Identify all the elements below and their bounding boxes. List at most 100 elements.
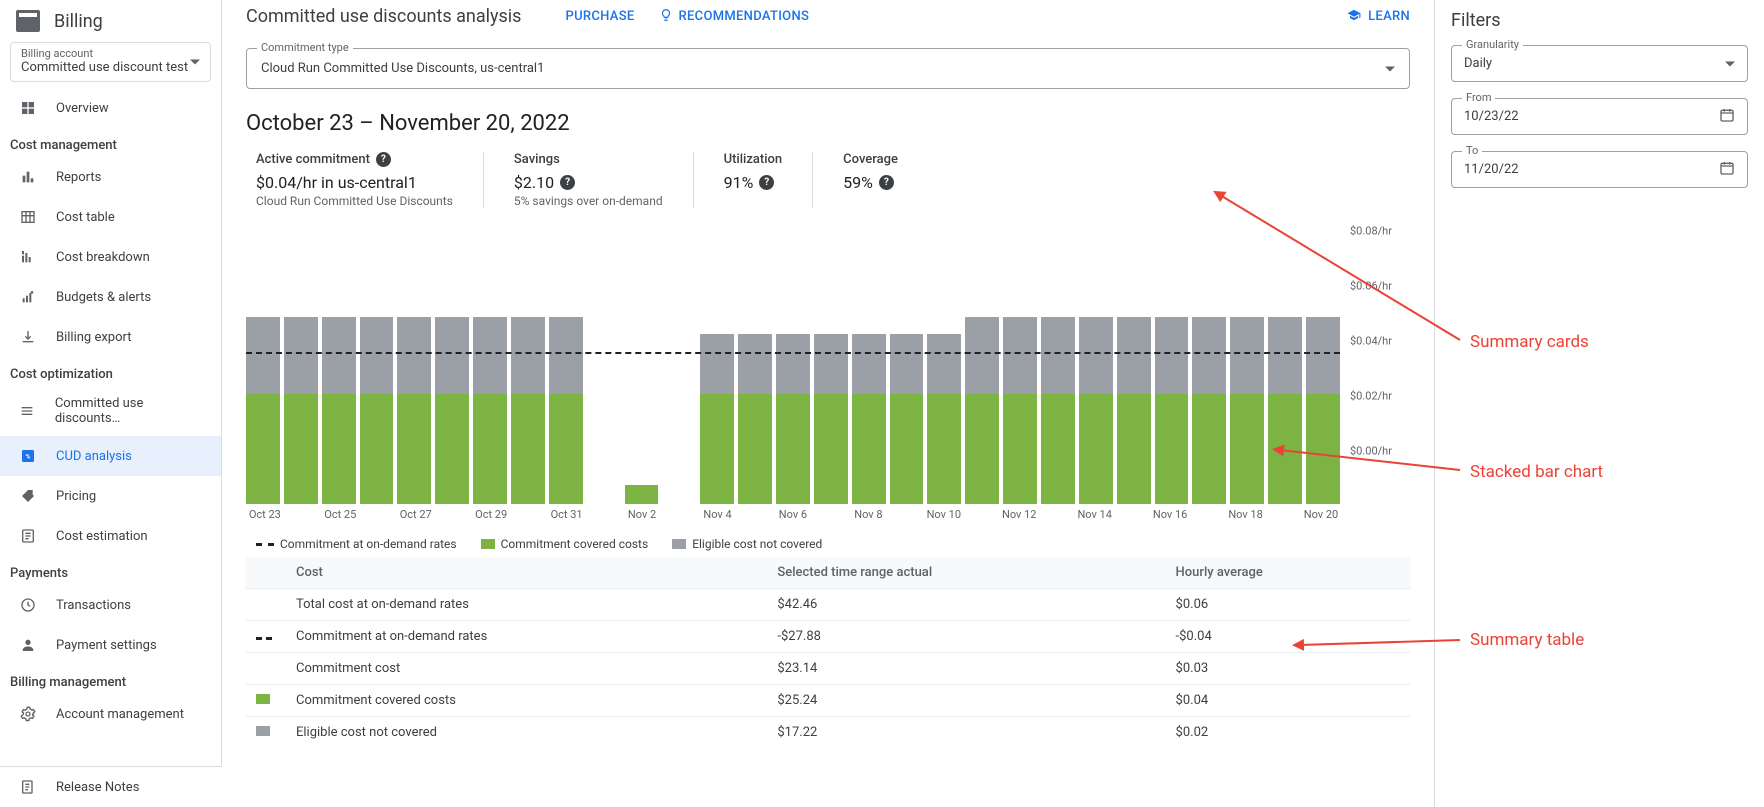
help-icon[interactable]: ? bbox=[759, 175, 774, 190]
savings-sub: 5% savings over on-demand bbox=[514, 194, 663, 208]
sidebar-item-account-mgmt[interactable]: Account management bbox=[0, 694, 221, 734]
bar-Oct 31[interactable] bbox=[549, 284, 583, 504]
bar-Nov 7[interactable] bbox=[814, 284, 848, 504]
granularity-selector[interactable]: Granularity Daily bbox=[1451, 45, 1748, 82]
table-row: Commitment covered costs$25.24$0.04 bbox=[246, 685, 1410, 717]
bar-Nov 11[interactable] bbox=[965, 284, 999, 504]
sidebar-item-label: Overview bbox=[56, 101, 109, 116]
sidebar-item-reports[interactable]: Reports bbox=[0, 157, 221, 197]
sidebar-section: Billing management bbox=[0, 665, 221, 694]
billing-account-selector[interactable]: Billing account Committed use discount t… bbox=[10, 42, 211, 82]
transactions-icon bbox=[18, 595, 38, 615]
sidebar-section: Payments bbox=[0, 556, 221, 585]
sidebar-title: Billing bbox=[54, 11, 103, 32]
purchase-link[interactable]: PURCHASE bbox=[565, 9, 634, 24]
export-icon bbox=[18, 327, 38, 347]
sidebar-item-label: Cost breakdown bbox=[56, 250, 150, 265]
bar-Oct 26[interactable] bbox=[360, 284, 394, 504]
sidebar-item-label: Transactions bbox=[56, 598, 131, 613]
bar-Nov 19[interactable] bbox=[1268, 284, 1302, 504]
bar-Oct 23[interactable] bbox=[246, 284, 280, 504]
cud-analysis-icon: % bbox=[18, 446, 38, 466]
sidebar-item-release-notes[interactable]: Release Notes bbox=[0, 767, 222, 807]
budgets-icon bbox=[18, 287, 38, 307]
sidebar-item-label: Billing export bbox=[56, 330, 131, 345]
bar-Nov 14[interactable] bbox=[1079, 284, 1113, 504]
chevron-down-icon bbox=[1725, 61, 1735, 66]
bar-Nov 10[interactable] bbox=[927, 284, 961, 504]
summary-table: CostSelected time range actualHourly ave… bbox=[246, 557, 1410, 748]
overview-icon bbox=[18, 98, 38, 118]
table-row: Commitment cost$23.14$0.03 bbox=[246, 653, 1410, 685]
bar-Nov 4[interactable] bbox=[700, 284, 734, 504]
sidebar-item-cud[interactable]: Committed use discounts… bbox=[0, 386, 221, 436]
to-date-input[interactable]: To 11/20/22 bbox=[1451, 151, 1748, 188]
bar-Nov 6[interactable] bbox=[776, 284, 810, 504]
filters-panel: Filters Granularity Daily From 10/23/22 … bbox=[1434, 0, 1764, 807]
sidebar-item-cost-breakdown[interactable]: Cost breakdown bbox=[0, 237, 221, 277]
bar-Oct 28[interactable] bbox=[435, 284, 469, 504]
help-icon[interactable]: ? bbox=[376, 152, 391, 167]
bar-Nov 16[interactable] bbox=[1155, 284, 1189, 504]
filters-title: Filters bbox=[1451, 10, 1748, 31]
sidebar-item-payment-settings[interactable]: Payment settings bbox=[0, 625, 221, 665]
chevron-down-icon bbox=[190, 60, 200, 65]
stacked-bar-chart: $0.00/hr$0.02/hr$0.04/hr$0.06/hr$0.08/hr… bbox=[246, 244, 1410, 551]
bar-Nov 8[interactable] bbox=[852, 284, 886, 504]
sidebar-item-label: Cost table bbox=[56, 210, 115, 225]
sidebar-item-pricing[interactable]: Pricing bbox=[0, 476, 221, 516]
bar-Nov 2[interactable] bbox=[625, 284, 659, 504]
sidebar-item-cost-table[interactable]: Cost table bbox=[0, 197, 221, 237]
table-row: Commitment at on-demand rates-$27.88-$0.… bbox=[246, 621, 1410, 653]
bar-Nov 18[interactable] bbox=[1230, 284, 1264, 504]
billing-account-value: Committed use discount test bbox=[21, 60, 200, 75]
bar-Oct 30[interactable] bbox=[511, 284, 545, 504]
billing-account-label: Billing account bbox=[21, 47, 200, 60]
sidebar-item-label: Payment settings bbox=[56, 638, 157, 653]
commitment-type-selector[interactable]: Commitment type Cloud Run Committed Use … bbox=[246, 48, 1410, 89]
from-date-input[interactable]: From 10/23/22 bbox=[1451, 98, 1748, 135]
bar-Nov 3[interactable] bbox=[662, 284, 696, 504]
cud-icon bbox=[18, 401, 37, 421]
calendar-icon bbox=[1719, 107, 1735, 127]
bar-Nov 1[interactable] bbox=[587, 284, 621, 504]
recommendations-link[interactable]: RECOMMENDATIONS bbox=[659, 8, 810, 26]
bar-Nov 5[interactable] bbox=[738, 284, 772, 504]
sidebar-section: Cost management bbox=[0, 128, 221, 157]
learn-link[interactable]: LEARN bbox=[1346, 8, 1410, 26]
sidebar-item-budgets[interactable]: Budgets & alerts bbox=[0, 277, 221, 317]
sidebar-item-estimation[interactable]: Cost estimation bbox=[0, 516, 221, 556]
help-icon[interactable]: ? bbox=[879, 175, 894, 190]
bar-Nov 13[interactable] bbox=[1041, 284, 1075, 504]
estimation-icon bbox=[18, 526, 38, 546]
commitment-type-label: Commitment type bbox=[257, 41, 353, 54]
bar-Nov 9[interactable] bbox=[890, 284, 924, 504]
sidebar-item-overview[interactable]: Overview bbox=[0, 88, 221, 128]
sidebar-item-label: Pricing bbox=[56, 489, 96, 504]
sidebar-item-export[interactable]: Billing export bbox=[0, 317, 221, 357]
bar-Nov 15[interactable] bbox=[1117, 284, 1151, 504]
sidebar-item-label: Reports bbox=[56, 170, 101, 185]
bar-Oct 25[interactable] bbox=[322, 284, 356, 504]
sidebar: Billing Billing account Committed use di… bbox=[0, 0, 222, 807]
page-title: Committed use discounts analysis bbox=[246, 6, 521, 27]
active-commitment-value: $0.04/hr in us-central1 bbox=[256, 173, 453, 192]
svg-text:%: % bbox=[26, 453, 31, 461]
bar-Oct 27[interactable] bbox=[397, 284, 431, 504]
help-icon[interactable]: ? bbox=[560, 175, 575, 190]
sidebar-item-label: Budgets & alerts bbox=[56, 290, 151, 305]
commitment-type-value: Cloud Run Committed Use Discounts, us-ce… bbox=[261, 61, 544, 76]
sidebar-item-cud-analysis[interactable]: % CUD analysis bbox=[0, 436, 221, 476]
bar-Oct 29[interactable] bbox=[473, 284, 507, 504]
bar-Nov 20[interactable] bbox=[1306, 284, 1340, 504]
account-mgmt-icon bbox=[18, 704, 38, 724]
top-bar: Committed use discounts analysis PURCHAS… bbox=[222, 0, 1434, 34]
bar-Nov 17[interactable] bbox=[1192, 284, 1226, 504]
chevron-down-icon bbox=[1385, 66, 1395, 71]
utilization-value: 91% bbox=[724, 173, 754, 192]
bar-Nov 12[interactable] bbox=[1003, 284, 1037, 504]
bar-Oct 24[interactable] bbox=[284, 284, 318, 504]
sidebar-item-transactions[interactable]: Transactions bbox=[0, 585, 221, 625]
sidebar-item-label: Committed use discounts… bbox=[55, 396, 203, 426]
billing-icon bbox=[16, 10, 40, 32]
